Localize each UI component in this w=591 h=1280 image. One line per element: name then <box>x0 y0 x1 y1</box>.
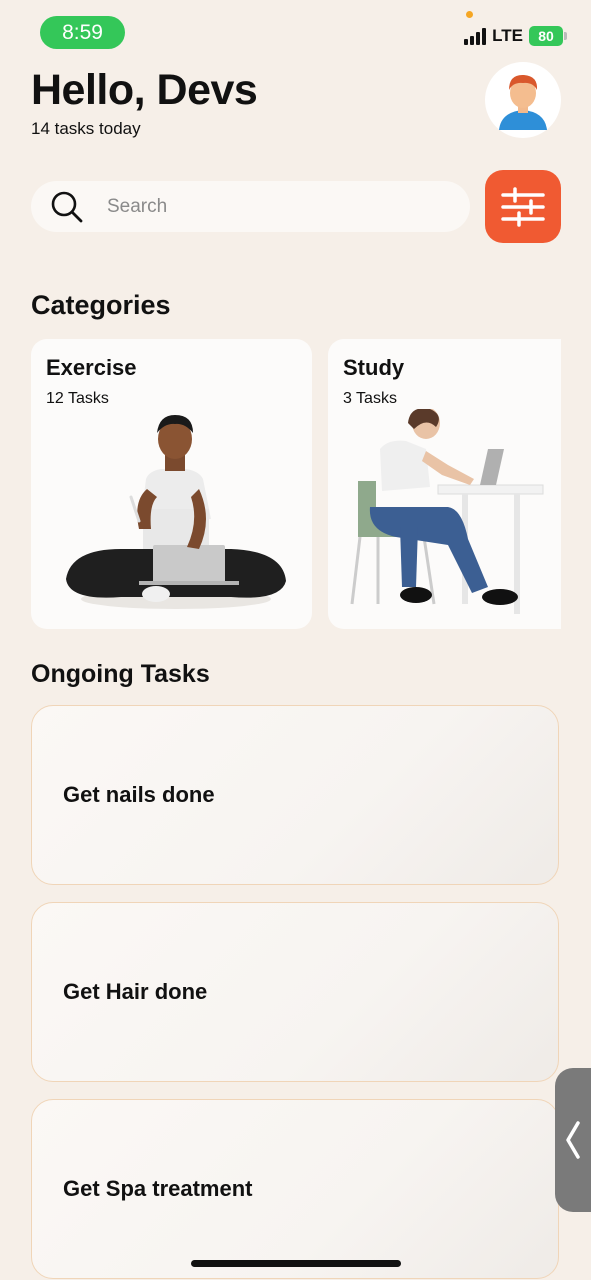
avatar-icon <box>499 74 547 130</box>
task-card[interactable]: Get Spa treatment <box>31 1099 559 1279</box>
battery-level: 80 <box>538 28 554 44</box>
category-name: Study <box>343 355 405 380</box>
search-input[interactable] <box>105 194 409 219</box>
privacy-indicator-dot <box>466 11 473 18</box>
study-illustration <box>350 409 544 614</box>
category-card-study[interactable]: Study 3 Tasks <box>328 339 561 629</box>
network-type: LTE <box>492 26 523 45</box>
search-icon[interactable] <box>49 189 85 225</box>
task-title: Get Hair done <box>63 979 208 1004</box>
filter-button[interactable] <box>485 170 561 243</box>
battery-icon: 80 <box>529 26 567 46</box>
category-card-exercise[interactable]: Exercise 12 Tasks <box>31 339 312 629</box>
category-count: 3 Tasks <box>343 390 397 407</box>
category-name: Exercise <box>46 355 137 380</box>
status-time: 8:59 <box>40 16 125 49</box>
filter-sliders-icon <box>501 186 545 227</box>
side-drawer-handle[interactable] <box>555 1068 591 1212</box>
categories-heading: Categories <box>31 290 171 320</box>
page-title: Hello, Devs <box>31 66 258 114</box>
home-indicator[interactable] <box>191 1260 401 1267</box>
task-card[interactable]: Get Hair done <box>31 902 559 1082</box>
signal-icon <box>464 27 487 45</box>
category-count: 12 Tasks <box>46 390 109 407</box>
exercise-illustration <box>66 415 286 609</box>
task-title: Get nails done <box>63 782 215 807</box>
ongoing-tasks-heading: Ongoing Tasks <box>31 660 210 688</box>
task-card[interactable]: Get nails done <box>31 705 559 885</box>
task-title: Get Spa treatment <box>63 1176 253 1201</box>
chevron-left-icon <box>566 1121 580 1159</box>
search-bar <box>31 181 470 232</box>
tasks-today-count: 14 tasks today <box>31 119 141 138</box>
avatar[interactable] <box>485 62 561 138</box>
status-icons: LTE 80 <box>464 26 567 46</box>
